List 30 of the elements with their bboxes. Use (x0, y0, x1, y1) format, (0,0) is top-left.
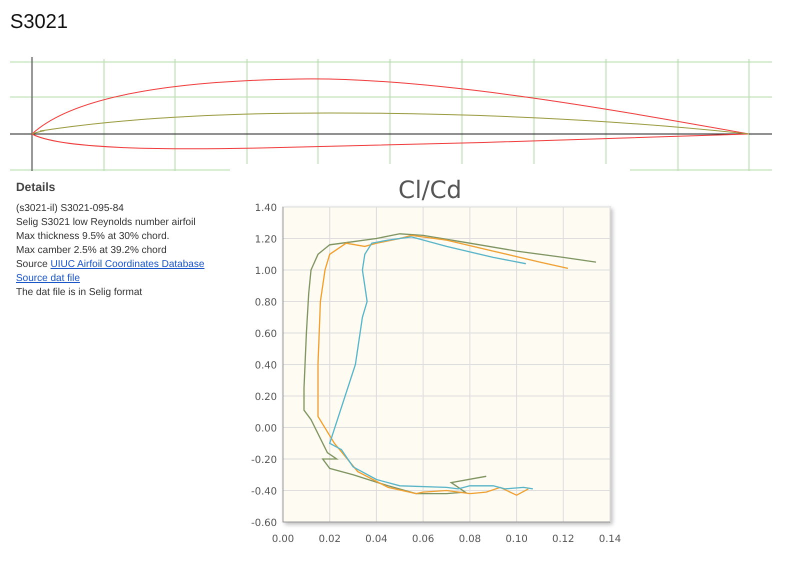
chart-title: Cl/Cd (398, 176, 462, 204)
y-tick-label: 0.60 (254, 329, 277, 340)
x-tick-label: 0.14 (598, 534, 622, 545)
x-tick-label: 0.04 (365, 534, 388, 545)
y-tick-label: -0.40 (251, 486, 277, 498)
x-tick-label: 0.00 (272, 534, 294, 545)
page-title: S3021 (10, 10, 69, 35)
detail-text: (s3021-il) S3021-095-84 (16, 202, 125, 216)
detail-text: Max camber 2.5% at 39.2% chord (16, 244, 168, 258)
y-tick-label: 0.80 (254, 298, 277, 308)
x-tick-label: 0.02 (318, 534, 341, 545)
y-tick-label: 0.00 (254, 424, 277, 434)
x-tick-label: 0.10 (505, 534, 528, 545)
detail-text: Max thickness 9.5% at 30% chord. (16, 230, 170, 244)
detail-text: Selig S3021 low Reynolds number airfoil (16, 216, 197, 230)
y-tick-label: 0.20 (254, 392, 277, 403)
dat-file-link[interactable]: Source dat file (16, 273, 80, 284)
y-tick-label: 1.00 (254, 266, 277, 277)
y-tick-label: 1.40 (254, 203, 277, 214)
y-tick-label: 1.20 (254, 234, 277, 246)
x-tick-label: 0.08 (458, 534, 481, 545)
detail-text: The dat file is in Selig format (16, 286, 144, 300)
x-tick-label: 0.06 (412, 534, 434, 545)
y-tick-label: -0.20 (251, 455, 277, 466)
y-tick-label: -0.60 (251, 518, 277, 529)
database-link[interactable]: UIUC Airfoil Coordinates Database (50, 259, 204, 270)
x-tick-label: 0.12 (552, 534, 574, 545)
y-tick-label: 0.40 (254, 360, 277, 372)
details-heading: Details (16, 180, 56, 194)
source-text: Source UIUC Airfoil Coordinates Database (16, 258, 206, 272)
